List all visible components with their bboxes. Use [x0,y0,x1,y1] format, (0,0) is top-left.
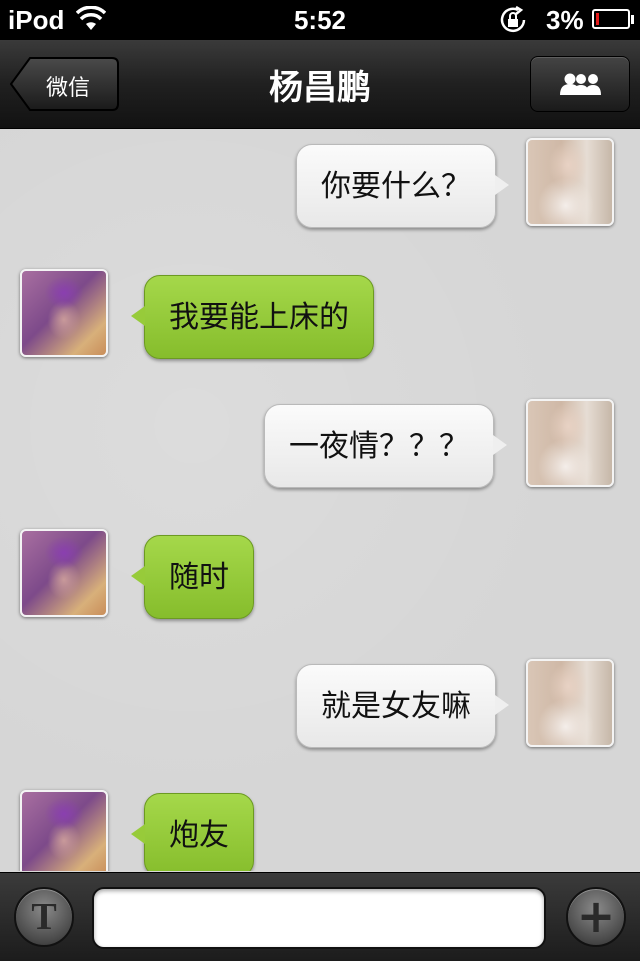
message-bubble-incoming[interactable]: 炮友 [131,793,254,871]
add-icon: + [576,889,616,943]
avatar-self[interactable] [526,659,614,747]
add-attachment-button[interactable]: + [566,887,626,947]
clock: 5:52 [293,5,347,35]
rotation-lock-icon [500,5,526,33]
contacts-icon [560,73,601,95]
avatar-contact[interactable] [20,529,108,617]
battery-level [596,13,599,25]
avatar-self[interactable] [526,138,614,226]
message-input[interactable] [92,887,546,949]
avatar-self[interactable] [526,399,614,487]
input-bar: T + [0,872,640,961]
chat-history[interactable]: 你要什么？ 我要能上床的 一夜情？？？ 随时 就是女友嘛 炮友 [0,129,640,871]
navigation-bar: 微信 杨昌鹏 [0,40,640,129]
contacts-button[interactable] [530,56,630,112]
avatar-contact[interactable] [20,790,108,871]
message-bubble-incoming[interactable]: 随时 [131,535,254,619]
text-mode-icon: T [31,896,57,938]
status-bar: iPod 5:52 3% [0,0,640,40]
avatar-contact[interactable] [20,269,108,357]
battery-tip [631,15,634,24]
message-bubble-outgoing[interactable]: 就是女友嘛 [296,664,509,748]
text-mode-button[interactable]: T [14,887,74,947]
message-bubble-outgoing[interactable]: 你要什么？ [296,144,509,228]
battery-icon [592,9,630,29]
message-bubble-outgoing[interactable]: 一夜情？？？ [264,404,507,488]
message-bubble-incoming[interactable]: 我要能上床的 [131,275,374,359]
battery-percent: 3% [546,5,584,35]
